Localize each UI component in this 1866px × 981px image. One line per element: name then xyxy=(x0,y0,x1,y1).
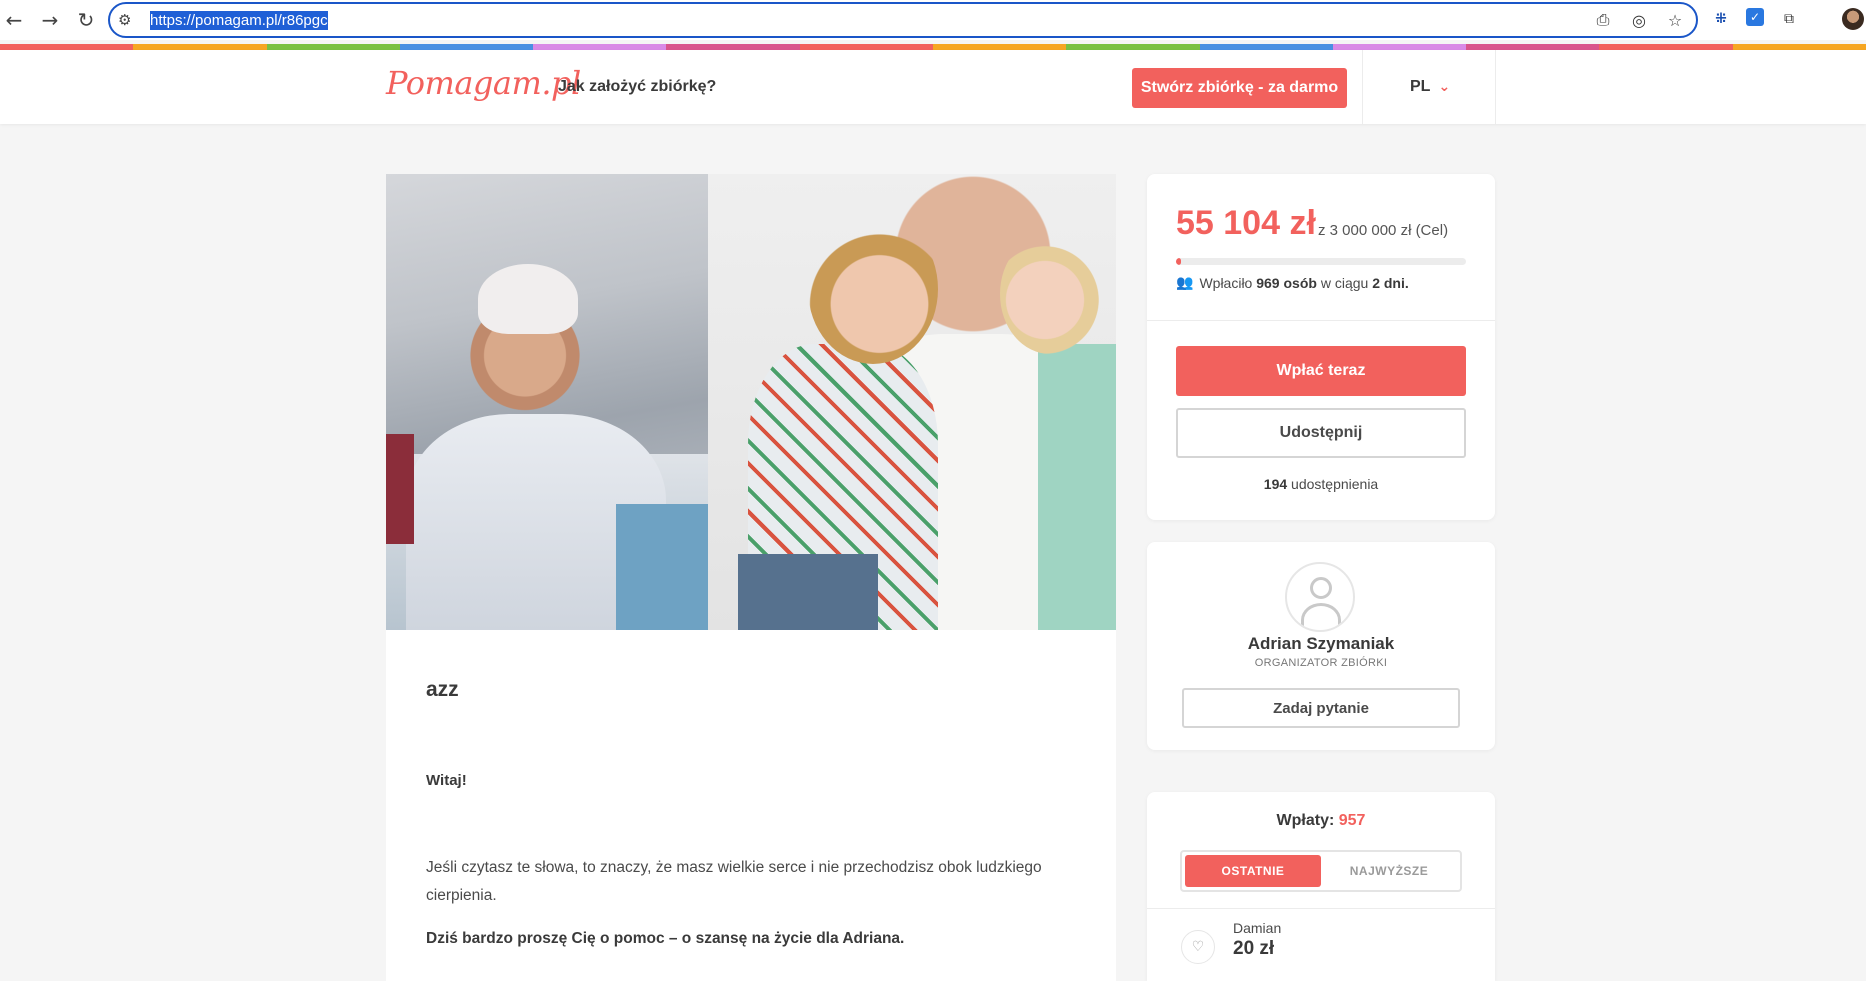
language-selector[interactable]: PL ⌄ xyxy=(1410,78,1450,96)
checkbox-extension-icon[interactable]: ✓ xyxy=(1746,8,1764,26)
payments-count: 957 xyxy=(1338,812,1366,829)
url-text[interactable]: https://pomagam.pl/r86pgc xyxy=(150,10,328,30)
payments-card: Wpłaty: 957 OSTATNIE NAJWYŻSZE ♡ Damian … xyxy=(1147,792,1495,981)
star-icon[interactable]: ☆ xyxy=(1664,9,1686,31)
reload-icon[interactable]: ↻ xyxy=(68,2,104,38)
users-icon: 👥 xyxy=(1176,275,1194,291)
install-app-icon[interactable]: ⎙ xyxy=(1592,9,1614,31)
story-greeting: Witaj! xyxy=(426,772,467,789)
organizer-avatar-icon xyxy=(1285,562,1355,632)
how-to-link[interactable]: Jak założyć zbiórkę? xyxy=(558,78,716,96)
eye-off-icon[interactable]: ◎ xyxy=(1628,9,1650,31)
donation-summary-card: 55 104 zł z 3 000 000 zł (Cel) 👥 Wpłacił… xyxy=(1147,174,1495,520)
tab-latest[interactable]: OSTATNIE xyxy=(1185,855,1321,887)
site-logo[interactable]: Pomagam.pl xyxy=(386,64,581,102)
divider xyxy=(1147,320,1495,321)
organizer-card: Adrian Szymaniak ORGANIZATOR ZBIÓRKI Zad… xyxy=(1147,542,1495,750)
divider xyxy=(1147,908,1495,909)
address-bar[interactable]: ⚙ https://pomagam.pl/r86pgc ⎙ ◎ ☆ xyxy=(108,2,1698,38)
tab-highest[interactable]: NAJWYŻSZE xyxy=(1321,855,1457,887)
photo-hospital xyxy=(386,174,708,630)
forward-arrow-icon[interactable]: → xyxy=(32,2,68,38)
extension-icon[interactable]: ⁜ xyxy=(1710,8,1732,30)
goal-amount: z 3 000 000 zł (Cel) xyxy=(1318,222,1449,239)
profile-avatar[interactable] xyxy=(1842,8,1864,30)
organizer-name: Adrian Szymaniak xyxy=(1247,634,1395,653)
story-card: azz Witaj! Jeśli czytasz te słowa, to zn… xyxy=(386,630,1116,981)
list-item: ♡ Damian 20 zł xyxy=(1181,920,1481,976)
story-paragraph-bold: Dziś bardzo proszę Cię o pomoc – o szans… xyxy=(426,930,905,947)
divider xyxy=(1495,50,1496,124)
campaign-photo xyxy=(386,174,1116,630)
share-count: 194 udostępnienia xyxy=(1263,476,1379,492)
back-arrow-icon[interactable]: ← xyxy=(0,2,32,38)
share-button[interactable]: Udostępnij xyxy=(1176,408,1466,458)
donor-heart-icon: ♡ xyxy=(1181,930,1215,964)
donation-amount: 20 zł xyxy=(1233,938,1275,959)
divider xyxy=(1362,50,1363,124)
donor-name: Damian xyxy=(1233,920,1282,936)
payments-tabs: OSTATNIE NAJWYŻSZE xyxy=(1180,850,1462,892)
raised-amount: 55 104 zł xyxy=(1176,204,1316,242)
payments-title: Wpłaty: 957 xyxy=(1276,812,1366,829)
site-settings-icon[interactable]: ⚙ xyxy=(118,11,144,29)
campaign-title: azz xyxy=(426,678,459,701)
puzzle-icon[interactable]: ⧉ xyxy=(1778,8,1800,30)
site-header: Pomagam.pl Jak założyć zbiórkę? Stwórz z… xyxy=(0,50,1866,124)
chevron-down-icon: ⌄ xyxy=(1438,79,1451,95)
create-fundraiser-button[interactable]: Stwórz zbiórkę - za darmo xyxy=(1132,68,1347,108)
progress-bar xyxy=(1176,258,1466,265)
story-paragraph: Jeśli czytasz te słowa, to znaczy, że ma… xyxy=(426,859,1042,904)
language-label: PL xyxy=(1410,78,1431,95)
donors-summary: 👥 Wpłaciło 969 osób w ciągu 2 dni. xyxy=(1176,275,1409,291)
photo-family xyxy=(708,174,1116,630)
donate-now-button[interactable]: Wpłać teraz xyxy=(1176,346,1466,396)
ask-question-button[interactable]: Zadaj pytanie xyxy=(1182,688,1460,728)
progress-fill xyxy=(1176,258,1182,265)
organizer-role: ORGANIZATOR ZBIÓRKI xyxy=(1254,657,1388,669)
